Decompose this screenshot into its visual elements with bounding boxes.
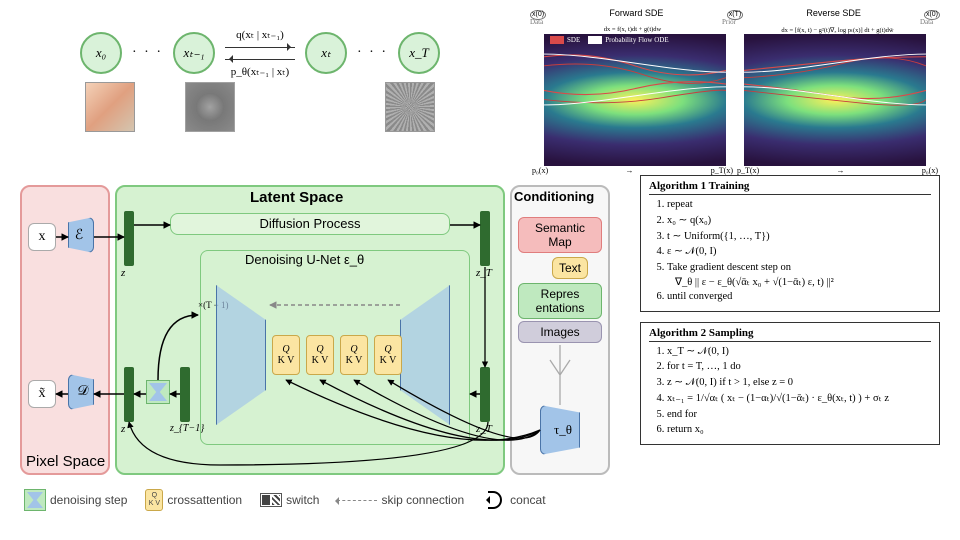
cond-tag-text: Text: [552, 257, 588, 279]
algo2-title: Algorithm 2 Sampling: [649, 327, 931, 342]
reverse-sde-plot: [744, 34, 926, 166]
latent-space-label: Latent Space: [250, 189, 343, 206]
forward-sde-eq: dx = f(x, t)dt + g(t)dw: [530, 26, 735, 34]
legend-switch: switch: [286, 493, 319, 507]
skip-connection-icon: [337, 500, 377, 501]
latent-diffusion-architecture: Pixel Space Latent Space Conditioning x …: [20, 175, 620, 520]
legend-concat: concat: [510, 493, 545, 507]
zT-label-top: z_T: [476, 267, 492, 279]
prior-label: Prior: [722, 18, 744, 26]
algorithm-training: Algorithm 1 Training repeat x₀ ∼ q(x₀) t…: [640, 175, 940, 312]
markov-chain-diagram: x₀ · · · xₜ₋₁ q(xₜ | xₜ₋₁) p_θ(xₜ₋₁ | xₜ…: [20, 8, 500, 175]
algo2-step: z ∼ 𝒩(0, I) if t > 1, else z = 0: [667, 375, 931, 391]
conditioning-label: Conditioning: [514, 189, 594, 204]
algo1-step: repeat: [667, 197, 931, 213]
algo1-step: ε ∼ 𝒩(0, I): [667, 244, 931, 260]
reverse-sde-eq: dx = [f(x, t) − g²(t)∇ₓ log pₜ(x)] dt + …: [735, 26, 940, 34]
latent-z-bottom: [124, 367, 134, 422]
ellipsis: · · ·: [132, 45, 163, 61]
arrow-forward-icon: [225, 41, 295, 53]
encoder-E: ℰ: [68, 217, 94, 253]
forward-sde-plot: SDE Probability Flow ODE: [544, 34, 726, 166]
reverse-p-label: p_θ(xₜ₋₁ | xₜ): [231, 65, 289, 78]
legend-denoise: denoising step: [50, 493, 127, 507]
z-label-top: z: [121, 267, 125, 279]
legend-row: denoising step QK V crossattention switch…: [20, 480, 620, 520]
cond-tag-repr: Repres entations: [518, 283, 602, 319]
algo2-step: xₜ₋₁ = 1/√αₜ ( xₜ − (1−αₜ)/√(1−ᾱₜ) · ε_θ…: [667, 391, 931, 407]
node-xt-1: xₜ₋₁: [173, 32, 215, 74]
algo1-step: Take gradient descent step on: [667, 260, 931, 276]
data-label-l: Data: [530, 18, 546, 26]
algo2-step: for t = T, …, 1 do: [667, 359, 931, 375]
legend-crossattn: crossattention: [167, 493, 242, 507]
cond-tag-images: Images: [518, 321, 602, 343]
ring-x0: x(0): [530, 8, 546, 18]
reverse-sde-title: Reverse SDE: [743, 8, 924, 18]
arrow-reverse-icon: [225, 53, 295, 65]
crossattn-icon: QK V: [145, 489, 163, 511]
algo1-step-grad: ∇_θ || ε − ε_θ(√ᾱₜ x₀ + √(1−ᾱₜ) ε, t) ||…: [649, 276, 931, 288]
sde-diagram: x(0) Forward SDE x(T) Reverse SDE x(0) D…: [530, 8, 940, 175]
node-xT: x_T: [398, 32, 440, 74]
latent-zT-bottom: [480, 367, 490, 422]
switch-icon: [260, 493, 282, 507]
diffusion-process-box: Diffusion Process: [170, 213, 450, 235]
cond-tag-semantic: Semantic Map: [518, 217, 602, 253]
ring-x0-r: x(0): [924, 8, 940, 18]
sample-image-clean: [85, 82, 135, 132]
algo2-step: return x₀: [667, 422, 931, 438]
latent-z-top: [124, 211, 134, 266]
pixel-space-label: Pixel Space: [26, 453, 105, 470]
legend-skip: skip connection: [381, 493, 464, 507]
node-x0: x₀: [80, 32, 122, 74]
algorithm-sampling: Algorithm 2 Sampling x_T ∼ 𝒩(0, I) for t…: [640, 322, 940, 446]
algo2-step: end for: [667, 407, 931, 423]
latent-ztm1: [180, 367, 190, 422]
input-x: x: [28, 223, 56, 251]
density-right-icon: [930, 34, 940, 166]
sample-image-noise: [385, 82, 435, 132]
ring-xT: x(T): [727, 8, 743, 18]
crossattn-block-3: QK V: [340, 335, 368, 375]
node-xt: xₜ: [305, 32, 347, 74]
axis-p0-l: p₀(x): [532, 166, 548, 175]
axis-p0-r: p₀(x): [922, 166, 938, 175]
ellipsis: · · ·: [357, 45, 388, 61]
decoder-D: 𝒟: [68, 374, 94, 410]
algo1-step: until converged: [667, 289, 931, 305]
forward-q-label: q(xₜ | xₜ₋₁): [236, 28, 284, 41]
latent-zT-top: [480, 211, 490, 266]
zT-label-bottom: z_T: [476, 423, 492, 435]
tau-encoder: τ_θ: [540, 405, 580, 455]
sample-image-noisy: [185, 82, 235, 132]
crossattn-block-2: QK V: [306, 335, 334, 375]
output-xtilde: x̃: [28, 380, 56, 408]
axis-pT-l: p_T(x): [711, 166, 733, 175]
denoise-icon: [24, 489, 46, 511]
z-label-bottom: z: [121, 423, 125, 435]
density-mid-icon: [730, 34, 740, 166]
density-left-icon: [530, 34, 540, 166]
forward-sde-title: Forward SDE: [546, 8, 727, 18]
algo2-step: x_T ∼ 𝒩(0, I): [667, 344, 931, 360]
crossattn-block-4: QK V: [374, 335, 402, 375]
unet-label: Denoising U-Net ε_θ: [245, 252, 364, 267]
algo1-title: Algorithm 1 Training: [649, 180, 931, 195]
algo1-step: x₀ ∼ q(x₀): [667, 213, 931, 229]
algo1-step: t ∼ Uniform({1, …, T}): [667, 229, 931, 245]
concat-icon: [482, 491, 506, 509]
crossattn-block-1: QK V: [272, 335, 300, 375]
data-label-r: Data: [920, 18, 940, 26]
axis-pT-r: p_T(x): [737, 166, 759, 175]
denoise-step-icon: [146, 380, 170, 404]
